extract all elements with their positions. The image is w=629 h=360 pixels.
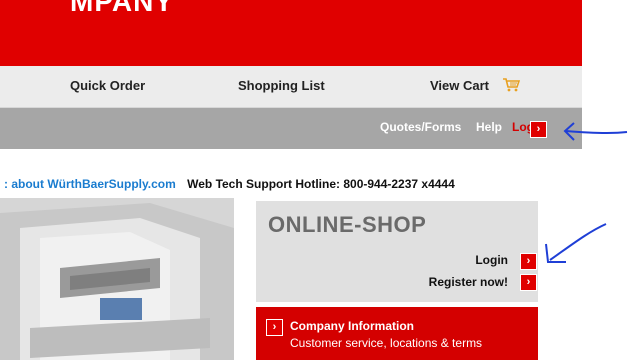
company-info-arrow-icon[interactable]: ›: [266, 319, 283, 336]
login-arrow-icon[interactable]: ›: [530, 121, 547, 138]
shop-login-link[interactable]: Login: [475, 253, 508, 267]
online-shop-title: ONLINE-SHOP: [268, 212, 427, 237]
help-link[interactable]: Help: [476, 120, 502, 134]
brand-bar: MPANY: [0, 0, 582, 66]
main-nav: Quick Order Shopping List View Cart: [0, 66, 582, 108]
register-arrow-icon[interactable]: ›: [520, 274, 537, 291]
product-image: [0, 198, 234, 360]
nav-view-cart[interactable]: View Cart: [430, 78, 489, 93]
online-shop-box: ONLINE-SHOP Login › Register now! ›: [256, 201, 538, 302]
nav-shopping-list[interactable]: Shopping List: [238, 78, 325, 93]
company-info-subtitle: Customer service, locations & terms: [290, 336, 483, 350]
utility-bar: Quotes/Forms Help Login ›: [0, 108, 582, 149]
annotation-arrow-2-icon: [545, 223, 607, 263]
support-hotline: Web Tech Support Hotline: 800-944-2237 x…: [187, 177, 455, 191]
register-link[interactable]: Register now!: [429, 275, 508, 289]
shop-login-arrow-icon[interactable]: ›: [520, 253, 537, 270]
drawer-slide-image: [0, 198, 234, 360]
company-info-box[interactable]: › Company Information Customer service, …: [256, 307, 538, 360]
quotes-forms-link[interactable]: Quotes/Forms: [380, 120, 461, 134]
cart-icon[interactable]: [502, 77, 520, 92]
nav-quick-order[interactable]: Quick Order: [70, 78, 145, 93]
info-line: : about WürthBaerSupply.com Web Tech Sup…: [4, 177, 455, 191]
brand-logo-text: MPANY: [70, 0, 175, 17]
about-site-link[interactable]: : about WürthBaerSupply.com: [4, 177, 176, 191]
company-info-title[interactable]: Company Information: [290, 319, 414, 333]
